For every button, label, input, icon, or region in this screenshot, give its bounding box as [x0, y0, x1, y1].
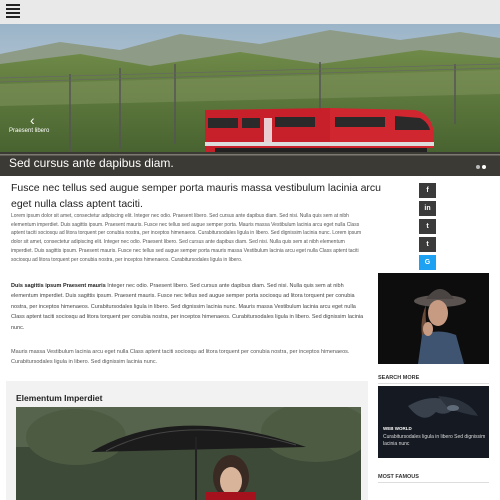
slider-dot-active[interactable]: [482, 165, 486, 169]
slider-dot[interactable]: [476, 165, 480, 169]
hero-slider[interactable]: ‹: [0, 24, 500, 176]
elementum-section: Elementum Imperdiet: [6, 381, 368, 500]
paragraph-lead: Duis sagittis ipsum Praesent mauris: [11, 283, 106, 289]
hero-train-image: [0, 24, 500, 176]
top-bar: [0, 0, 500, 24]
hamburger-menu-icon[interactable]: [6, 4, 20, 19]
search-more-label: SEARCH MORE: [378, 375, 420, 381]
linkedin-icon[interactable]: in: [419, 201, 436, 216]
card-tag: WEB WORLD: [383, 426, 412, 431]
divider: [378, 383, 489, 384]
paragraph-body: Integer nec odio. Praesent libero. Sed c…: [11, 283, 364, 331]
article-paragraph-3: Mauris massa Vestibulum lacinia arcu ege…: [11, 349, 350, 366]
card-text: Curabitursodales ligula in libero Sed di…: [383, 434, 486, 447]
facebook-icon[interactable]: f: [419, 183, 436, 198]
article-paragraph-2: Duis sagittis ipsum Praesent mauris Inte…: [11, 281, 367, 333]
tumblr-icon[interactable]: t: [419, 237, 436, 252]
section-title: Elementum Imperdiet: [16, 393, 103, 403]
umbrella-image[interactable]: [16, 407, 361, 500]
web-world-card[interactable]: WEB WORLD Curabitursodales ligula in lib…: [378, 386, 489, 458]
chevron-left-icon[interactable]: ‹: [30, 112, 35, 128]
google-icon[interactable]: G: [419, 255, 436, 270]
article-headline: Fusce nec tellus sed augue semper porta …: [11, 182, 382, 210]
sidebar-photo[interactable]: [378, 273, 489, 364]
hero-category[interactable]: Praesent libero: [9, 128, 49, 134]
article-paragraph: Lorem ipsum dolor sit amet, consectetur …: [11, 213, 362, 263]
twitter-icon[interactable]: t: [419, 219, 436, 234]
hero-title[interactable]: Sed cursus ante dapibus diam.: [9, 156, 174, 170]
most-famous-label: MOST FAMOUS: [378, 474, 419, 480]
divider: [378, 482, 489, 483]
slider-dots: [476, 156, 490, 169]
